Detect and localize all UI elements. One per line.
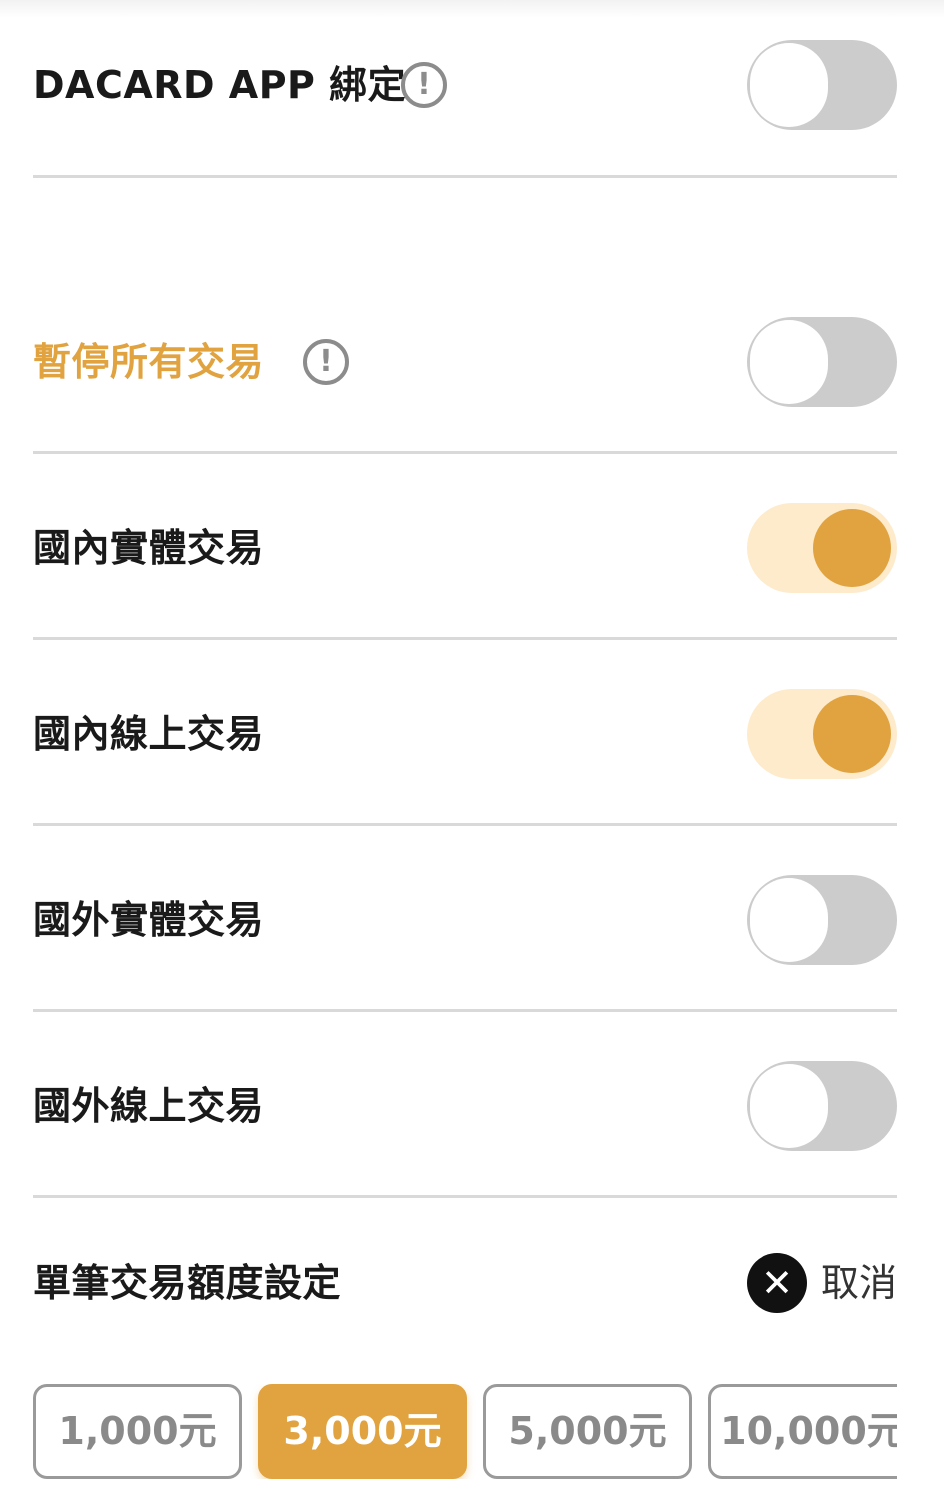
info-icon[interactable]: ! <box>303 339 349 385</box>
pause-all-label: 暫停所有交易 <box>33 340 265 384</box>
domestic-online-label: 國內線上交易 <box>33 712 265 756</box>
foreign-online-row: 國外線上交易 <box>33 1061 897 1151</box>
limit-option-10000[interactable]: 10,000元 <box>708 1384 897 1479</box>
toggle-knob <box>813 695 891 773</box>
foreign-physical-row: 國外實體交易 <box>33 875 897 965</box>
close-icon: ✕ <box>746 1253 807 1313</box>
domestic-physical-row: 國內實體交易 <box>33 503 897 593</box>
divider <box>33 1009 897 1012</box>
app-binding-row: DACARD APP 綁定 ! <box>33 40 897 130</box>
divider <box>33 823 897 826</box>
pause-all-toggle[interactable] <box>747 317 897 407</box>
limit-option-5000[interactable]: 5,000元 <box>483 1384 692 1479</box>
domestic-online-row: 國內線上交易 <box>33 689 897 779</box>
limit-option-1000[interactable]: 1,000元 <box>33 1384 242 1479</box>
domestic-physical-toggle[interactable] <box>747 503 897 593</box>
toggle-knob <box>750 878 828 962</box>
domestic-online-toggle[interactable] <box>747 689 897 779</box>
app-binding-toggle[interactable] <box>747 40 897 130</box>
app-binding-label: DACARD APP 綁定 <box>33 63 407 107</box>
domestic-physical-label: 國內實體交易 <box>33 526 265 570</box>
foreign-physical-toggle[interactable] <box>747 875 897 965</box>
divider <box>33 637 897 640</box>
toggle-knob <box>750 43 828 127</box>
toggle-knob <box>750 320 828 404</box>
limit-header-row: 單筆交易額度設定 ✕ 取消 <box>33 1252 897 1314</box>
divider <box>33 1195 897 1198</box>
info-icon[interactable]: ! <box>401 62 447 108</box>
card-settings-page: DACARD APP 綁定 ! 暫停所有交易 ! 國內實體交易 國內線上交易 國… <box>0 0 944 1493</box>
limit-option-3000[interactable]: 3,000元 <box>258 1384 467 1479</box>
cancel-button[interactable]: ✕ 取消 <box>746 1252 897 1314</box>
divider <box>33 451 897 454</box>
foreign-online-toggle[interactable] <box>747 1061 897 1151</box>
top-shadow <box>0 0 944 18</box>
toggle-knob <box>813 509 891 587</box>
divider <box>33 175 897 178</box>
limit-options: 1,000元 3,000元 5,000元 10,000元 <box>33 1384 897 1479</box>
foreign-online-label: 國外線上交易 <box>33 1084 265 1128</box>
foreign-physical-label: 國外實體交易 <box>33 898 265 942</box>
limit-title: 單筆交易額度設定 <box>33 1261 342 1305</box>
toggle-knob <box>750 1064 828 1148</box>
cancel-label: 取消 <box>820 1261 897 1305</box>
pause-all-row: 暫停所有交易 ! <box>33 317 897 407</box>
